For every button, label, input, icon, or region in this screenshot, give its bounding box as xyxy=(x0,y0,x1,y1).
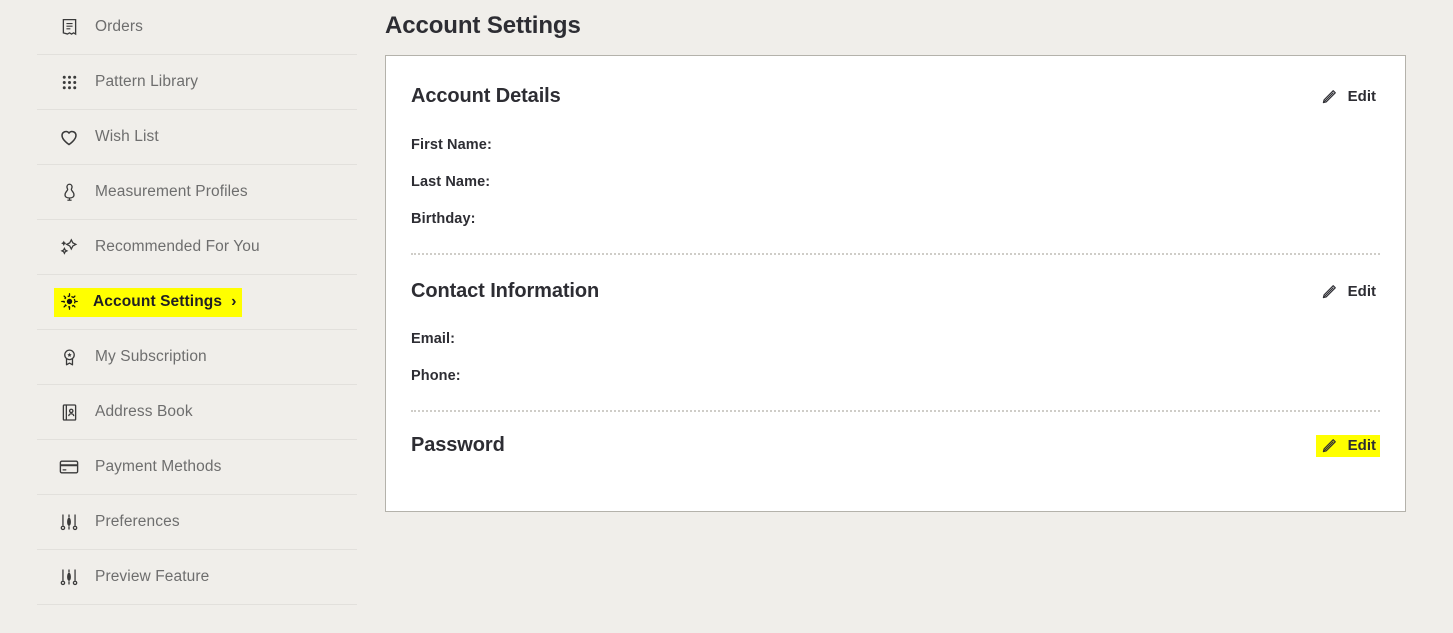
section-header: Password Edit xyxy=(411,434,1380,457)
field-label: Last Name: xyxy=(411,174,491,190)
credit-card-icon xyxy=(58,456,80,478)
sliders-icon xyxy=(58,566,80,588)
sidebar-item-label: Account Settings xyxy=(93,292,223,310)
address-book-icon xyxy=(58,401,80,423)
sidebar-item-label: Recommended For You xyxy=(95,238,260,255)
pencil-icon xyxy=(1320,283,1338,301)
sidebar-item-label: Pattern Library xyxy=(95,73,199,90)
sidebar-item-preview-feature[interactable]: Preview Feature xyxy=(37,550,357,605)
section-contact-information: Contact Information Edit Email: Phone: xyxy=(411,255,1380,384)
sidebar-item-label: Preview Feature xyxy=(95,568,210,585)
sidebar-item-account-settings[interactable]: Account Settings › xyxy=(37,275,357,330)
field-label: Phone: xyxy=(411,368,461,384)
field-first-name: First Name: xyxy=(411,137,1380,153)
sliders-icon xyxy=(58,511,80,533)
field-label: Birthday: xyxy=(411,211,476,227)
edit-button-label: Edit xyxy=(1347,88,1376,105)
section-title: Contact Information xyxy=(411,280,600,302)
sidebar-item-label: Orders xyxy=(95,18,143,35)
pencil-icon xyxy=(1320,88,1338,106)
section-account-details: Account Details Edit First Name: Last Na… xyxy=(411,56,1380,227)
gear-icon xyxy=(58,291,80,313)
sidebar-item-measurement-profiles[interactable]: Measurement Profiles xyxy=(37,165,357,220)
chevron-right-icon: › xyxy=(231,292,237,310)
section-title: Password xyxy=(411,434,505,456)
sidebar-item-label: Wish List xyxy=(95,128,159,145)
sidebar-item-label: Payment Methods xyxy=(95,458,222,475)
account-sidebar: Orders Pattern Library Wish List Measure… xyxy=(0,0,376,633)
sidebar-item-payment-methods[interactable]: Payment Methods xyxy=(37,440,357,495)
account-settings-card: Account Details Edit First Name: Last Na… xyxy=(385,55,1406,512)
sidebar-item-my-subscription[interactable]: My Subscription xyxy=(37,330,357,385)
sidebar-item-preferences[interactable]: Preferences xyxy=(37,495,357,550)
page-title: Account Settings xyxy=(385,12,581,39)
sidebar-item-label: Address Book xyxy=(95,403,193,420)
field-birthday: Birthday: xyxy=(411,211,1380,227)
field-label: First Name: xyxy=(411,137,492,153)
sidebar-item-address-book[interactable]: Address Book xyxy=(37,385,357,440)
sidebar-item-label: Measurement Profiles xyxy=(95,183,248,200)
field-label: Email: xyxy=(411,331,456,347)
edit-button-label: Edit xyxy=(1347,283,1376,300)
sparkles-icon xyxy=(58,236,80,258)
sidebar-item-label: Preferences xyxy=(95,513,180,530)
field-phone: Phone: xyxy=(411,368,1380,384)
edit-password-button[interactable]: Edit xyxy=(1315,434,1380,457)
award-ribbon-icon xyxy=(58,346,80,368)
section-title: Account Details xyxy=(411,85,561,107)
heart-icon xyxy=(58,126,80,148)
sidebar-item-orders[interactable]: Orders xyxy=(37,0,357,55)
edit-contact-information-button[interactable]: Edit xyxy=(1316,281,1380,303)
main-content: Account Settings Account Details Edit Fi… xyxy=(376,0,1453,512)
section-header: Contact Information Edit xyxy=(411,280,1380,303)
field-email: Email: xyxy=(411,331,1380,347)
sidebar-item-label: My Subscription xyxy=(95,348,207,365)
edit-button-label: Edit xyxy=(1347,437,1376,454)
account-settings-page: Orders Pattern Library Wish List Measure… xyxy=(0,0,1453,633)
edit-account-details-button[interactable]: Edit xyxy=(1316,86,1380,108)
sidebar-item-recommended-for-you[interactable]: Recommended For You xyxy=(37,220,357,275)
grid-dots-icon xyxy=(58,71,80,93)
dress-form-icon xyxy=(58,181,80,203)
section-password: Password Edit xyxy=(411,412,1380,457)
sidebar-item-wish-list[interactable]: Wish List xyxy=(37,110,357,165)
pencil-icon xyxy=(1320,437,1338,455)
sidebar-item-pattern-library[interactable]: Pattern Library xyxy=(37,55,357,110)
field-last-name: Last Name: xyxy=(411,174,1380,190)
receipt-icon xyxy=(58,16,80,38)
section-header: Account Details Edit xyxy=(411,85,1380,108)
sidebar-nav-list: Orders Pattern Library Wish List Measure… xyxy=(37,0,376,605)
